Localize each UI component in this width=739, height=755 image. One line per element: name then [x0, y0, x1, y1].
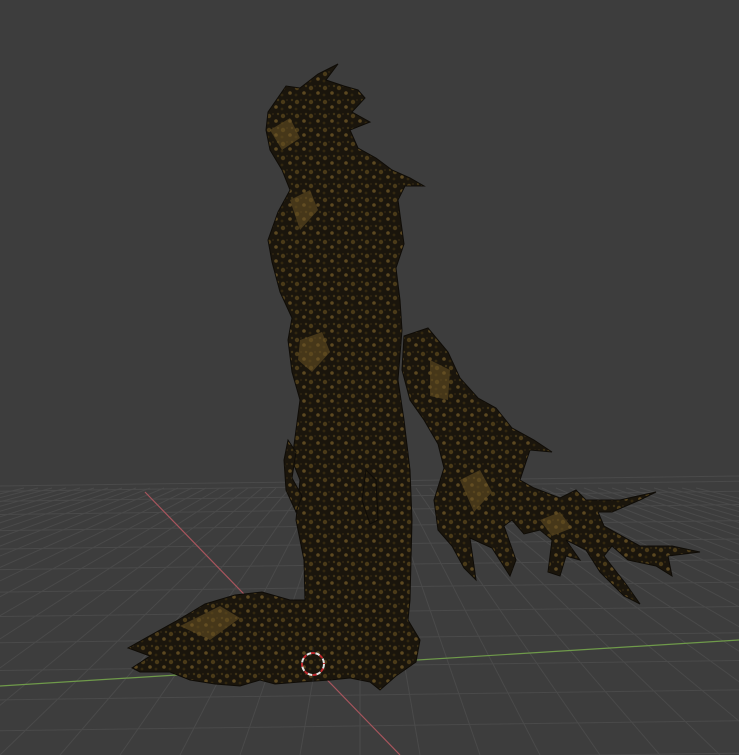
grid-line	[0, 487, 109, 524]
grid-line	[0, 689, 739, 701]
grid-line	[0, 487, 67, 507]
grid-line	[0, 487, 151, 547]
tree-creature-mesh[interactable]	[126, 63, 701, 691]
grid-line	[0, 720, 739, 732]
3d-viewport[interactable]	[0, 0, 739, 755]
grid-line	[695, 487, 739, 499]
grid-line	[653, 487, 739, 513]
grid-line	[639, 487, 739, 518]
viewport-canvas[interactable]	[0, 0, 739, 755]
grid-line	[625, 487, 739, 524]
grid-line	[0, 487, 123, 531]
